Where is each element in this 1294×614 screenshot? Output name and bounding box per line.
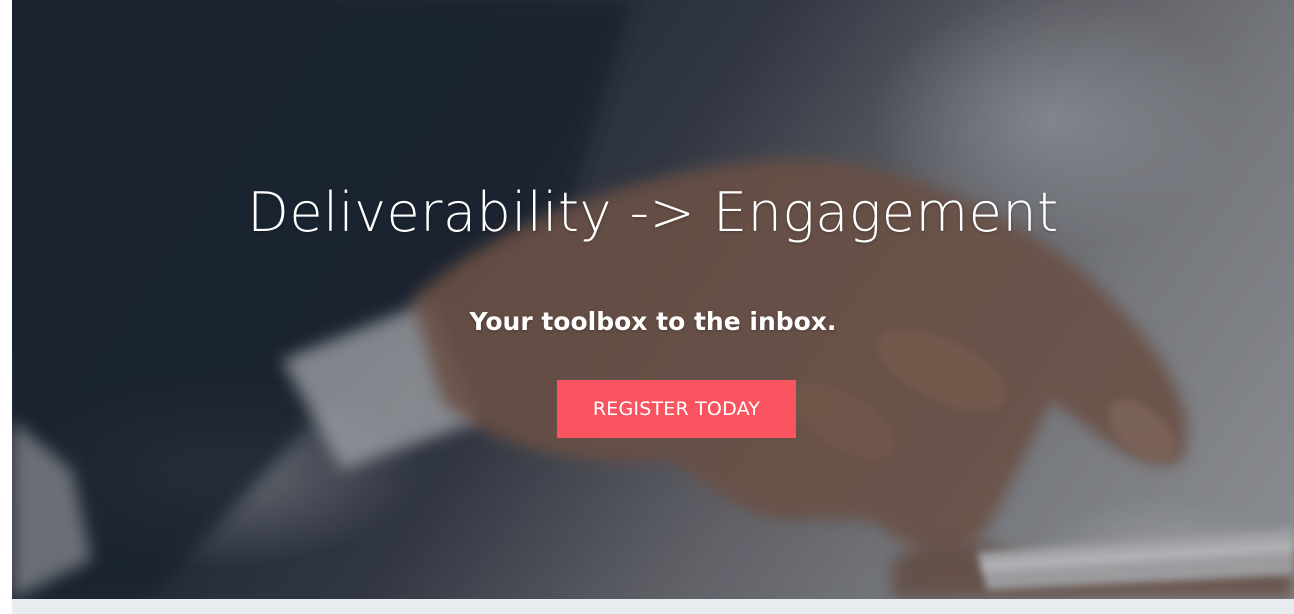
landing-page: Deliverability -> Engagement Your toolbo… bbox=[0, 0, 1294, 614]
section-divider-strip bbox=[12, 599, 1294, 614]
hero-content: Deliverability -> Engagement Your toolbo… bbox=[12, 0, 1294, 599]
register-today-button[interactable]: REGISTER TODAY bbox=[557, 380, 796, 438]
hero-title: Deliverability -> Engagement bbox=[247, 181, 1059, 244]
hero-subtitle: Your toolbox to the inbox. bbox=[469, 307, 837, 336]
hero-banner: Deliverability -> Engagement Your toolbo… bbox=[12, 0, 1294, 599]
